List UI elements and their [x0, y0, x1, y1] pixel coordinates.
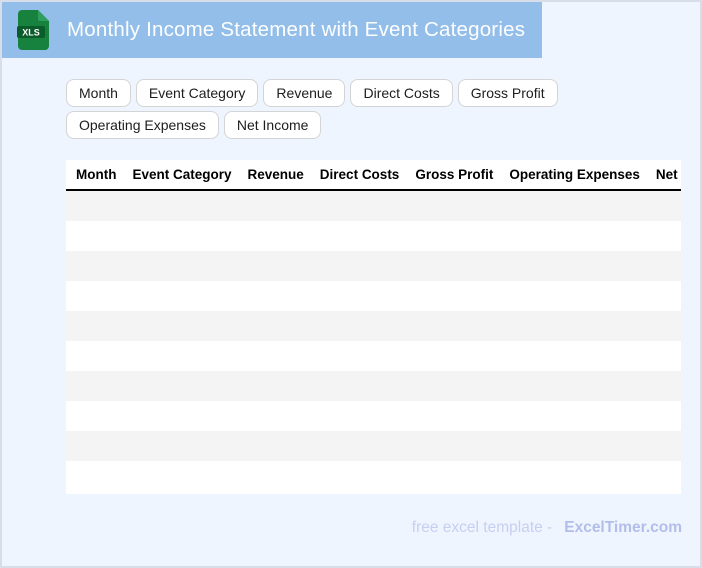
column-header-net-income: Net Income [655, 167, 681, 182]
table-row [66, 251, 681, 281]
footer-caption: free excel template - [411, 519, 553, 536]
table-body [66, 191, 681, 491]
table-row [66, 221, 681, 251]
filter-chip-net-income[interactable]: Net Income [223, 111, 322, 139]
filter-chip-month[interactable]: Month [66, 79, 131, 107]
income-statement-table: Month Event Category Revenue Direct Costs Gr… [66, 160, 681, 494]
column-header-operating-expenses: Operating Expenses [509, 167, 640, 182]
table-header-row: Month Event Category Revenue Direct Costs Gr… [66, 160, 681, 191]
filter-chip-gross-profit[interactable]: Gross Profit [457, 79, 558, 107]
column-header-revenue: Revenue [247, 167, 304, 182]
footer-brand-link[interactable]: ExcelTimer.com [564, 519, 682, 537]
table-row [66, 461, 681, 491]
column-header-gross-profit: Gross Profit [415, 167, 494, 182]
title-bar: XLS Monthly Income Statement with Event … [2, 2, 542, 58]
filter-chip-direct-costs[interactable]: Direct Costs [350, 79, 453, 107]
table-row [66, 311, 681, 341]
template-preview-page: XLS Monthly Income Statement with Event … [0, 0, 702, 568]
filter-chip-revenue[interactable]: Revenue [263, 79, 346, 107]
xls-file-icon: XLS [17, 10, 49, 50]
table-row [66, 371, 681, 401]
footer: free excel template - ExcelTimer.com [412, 519, 682, 537]
table-row [66, 191, 681, 221]
column-header-event-category: Event Category [132, 167, 232, 182]
filter-chip-operating-expenses[interactable]: Operating Expenses [66, 111, 219, 139]
page-title: Monthly Income Statement with Event Cate… [67, 18, 526, 41]
column-header-direct-costs: Direct Costs [319, 167, 400, 182]
table-row [66, 281, 681, 311]
table-row [66, 341, 681, 371]
xls-icon-label: XLS [22, 28, 40, 38]
table-row [66, 401, 681, 431]
filter-chips: Month Event Category Revenue Direct Costs Gr… [66, 79, 566, 139]
filter-chip-event-category[interactable]: Event Category [135, 79, 259, 107]
column-header-month: Month [76, 167, 117, 182]
table-row [66, 431, 681, 461]
